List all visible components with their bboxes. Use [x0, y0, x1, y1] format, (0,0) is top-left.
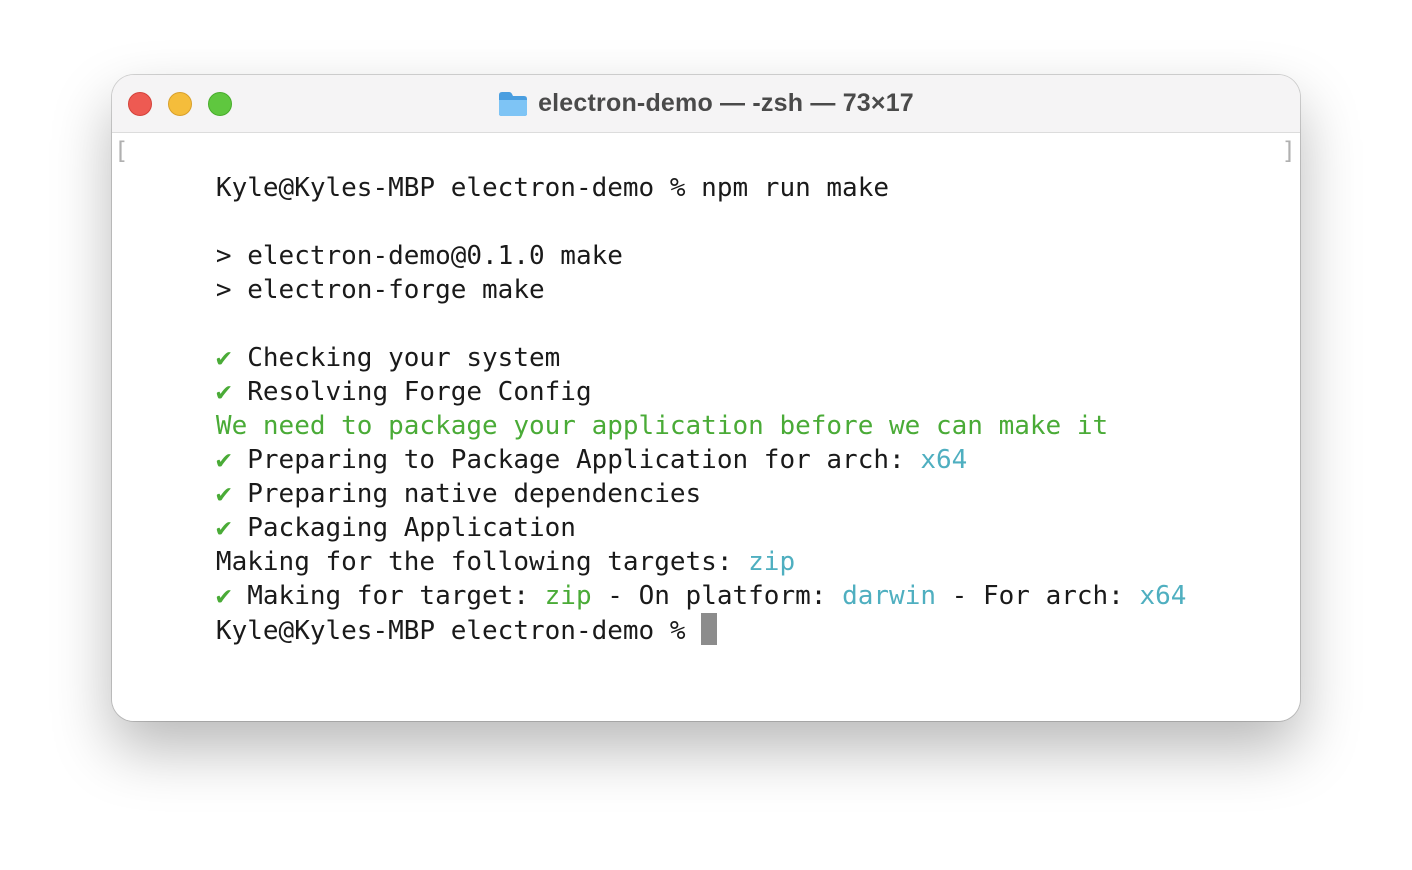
arch-value: x64 [1139, 581, 1187, 611]
terminal-line: ✔ Preparing native dependencies [122, 443, 701, 509]
terminal-line: ✔ Making for target: zip - On platform: … [122, 545, 1187, 611]
folder-icon [499, 91, 528, 116]
terminal-content[interactable]: [ ] Kyle@Kyles-MBP electron-demo % npm r… [112, 133, 1300, 721]
command-prompt: Kyle@Kyles-MBP electron-demo % [215, 616, 702, 646]
terminal-line: Kyle@Kyles-MBP electron-demo % npm run m… [122, 137, 889, 203]
terminal-line: ✔ Checking your system [122, 307, 560, 373]
window-title: electron-demo — -zsh — 73×17 [538, 89, 914, 117]
terminal-line: > electron-demo@0.1.0 make [122, 205, 623, 271]
arch-value: x64 [920, 445, 968, 475]
terminal-line: > electron-forge make [122, 239, 545, 305]
window-title-area: electron-demo — -zsh — 73×17 [112, 75, 1300, 132]
terminal-line: ✔ Packaging Application [122, 477, 576, 543]
command-prompt-line: Kyle@Kyles-MBP electron-demo % npm run m… [215, 173, 890, 203]
terminal-line: We need to package your application befo… [122, 375, 1108, 441]
terminal-line: ✔ Resolving Forge Config [122, 341, 592, 407]
terminal-line: Making for the following targets: zip [122, 511, 795, 577]
terminal-line: ✔ Preparing to Package Application for a… [122, 409, 967, 475]
text-cursor[interactable] [701, 613, 718, 645]
terminal-line: Kyle@Kyles-MBP electron-demo % [122, 579, 718, 646]
platform-value: darwin [842, 581, 936, 611]
status-text: - For arch: [936, 581, 1140, 611]
title-bar[interactable]: electron-demo — -zsh — 73×17 [112, 75, 1300, 133]
mark-bracket-right: ] [1281, 137, 1296, 165]
terminal-window: electron-demo — -zsh — 73×17 [ ] Kyle@Ky… [112, 75, 1300, 721]
npm-script-line: > electron-forge make [215, 275, 545, 305]
